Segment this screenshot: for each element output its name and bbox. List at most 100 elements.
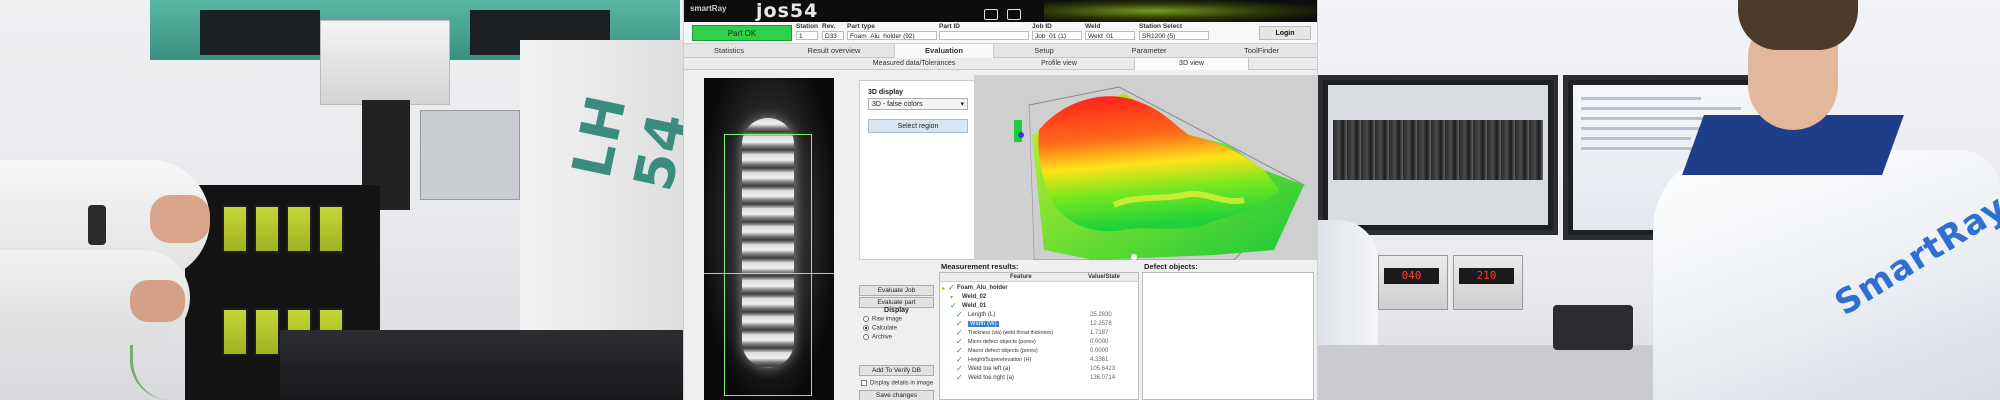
- sensor-head: [318, 205, 344, 253]
- technician-hand: [150, 195, 210, 243]
- display-mode-label: 3D display: [868, 89, 904, 96]
- sensor-head: [286, 205, 312, 253]
- main-tabs: Statistics Result overview Evaluation Se…: [684, 44, 1317, 58]
- weld-seam-image: [704, 78, 834, 400]
- display-mode-select[interactable]: 3D - false colors ▾: [868, 98, 968, 110]
- results-header: Feature Value/State: [940, 273, 1138, 282]
- tree-row[interactable]: ✓ Thickness (via) (weld throat thickness…: [940, 329, 1138, 338]
- 3d-view-canvas[interactable]: [974, 75, 1317, 260]
- sensor-head: [222, 308, 248, 356]
- tree-row[interactable]: ✓ Micro defect objects (pores) 0.0000: [940, 338, 1138, 347]
- tree-row[interactable]: ✓ Weld toe right (a) 136.0714: [940, 374, 1138, 383]
- operator: SmartRay: [1638, 0, 2000, 400]
- sensor-head: [222, 205, 248, 253]
- machine-head: [320, 20, 450, 105]
- monitor-screen: [1328, 85, 1548, 225]
- brand-name: smartRay: [690, 4, 727, 13]
- save-changes-button[interactable]: Save changes: [859, 390, 934, 400]
- radio-icon: [863, 325, 869, 331]
- subtab-3d-view[interactable]: 3D view: [1134, 58, 1249, 70]
- sensor-head: [254, 308, 280, 356]
- check-icon: ✓: [948, 283, 955, 292]
- job-id-select[interactable]: Job ID Job_01 (1): [1032, 23, 1082, 40]
- profile-line: [704, 273, 834, 274]
- check-icon: ✓: [950, 301, 957, 310]
- tree-row[interactable]: ✓ Weld_01: [940, 302, 1138, 311]
- power-supply-display: 040: [1384, 268, 1439, 284]
- login-button[interactable]: Login: [1259, 26, 1311, 40]
- technician-hand: [130, 280, 185, 322]
- part-type-select[interactable]: Part type Foam_Alu_holder (92): [847, 23, 937, 40]
- add-to-verify-db-button[interactable]: Add To Verify DB: [859, 365, 934, 376]
- radio-icon: [863, 334, 869, 340]
- check-icon: ✓: [956, 355, 963, 364]
- status-row: Part OK Station 1 Rev. D33 Part type Foa…: [684, 22, 1317, 44]
- checkbox-icon: [861, 380, 867, 386]
- results-title: Measurement results:: [941, 262, 1019, 271]
- defects-list[interactable]: [1142, 272, 1314, 400]
- radio-calculate[interactable]: Calculate: [863, 325, 897, 332]
- tree-row[interactable]: ▸ ✓ Foam_Alu_holder: [940, 284, 1138, 293]
- tab-statistics[interactable]: Statistics: [684, 44, 774, 58]
- check-icon: ✓: [956, 319, 963, 328]
- tab-parameter[interactable]: Parameter: [1094, 44, 1204, 58]
- inspection-software-window: smartRay jos54 Part OK Station 1 Rev. D3…: [683, 0, 1318, 400]
- power-supply: 040: [1378, 255, 1448, 310]
- operator-photo: 040 210 SmartRay: [1318, 0, 2000, 400]
- part-status-badge: Part OK: [692, 25, 792, 41]
- display-header: Display: [884, 307, 909, 314]
- machine-table: [280, 330, 683, 400]
- subtab-profile-view[interactable]: Profile view: [984, 58, 1134, 70]
- lab-coat: [1653, 150, 2000, 400]
- sensor-device: [1553, 305, 1633, 350]
- app-logo: jos54: [756, 0, 819, 22]
- region-of-interest[interactable]: [724, 134, 812, 396]
- machine-photo: LH 54: [0, 0, 683, 400]
- check-icon: ✓: [956, 364, 963, 373]
- app-header: smartRay jos54: [684, 0, 1317, 22]
- tree-row[interactable]: ✓ Weld toe left (a) 105.6423: [940, 365, 1138, 374]
- check-icon: ✓: [956, 337, 963, 346]
- check-icon: ✓: [956, 373, 963, 382]
- tree-row[interactable]: ✓ Height/Superelevation (H) 4.3361: [940, 356, 1138, 365]
- measurement-results: Measurement results: Feature Value/State…: [939, 262, 1139, 400]
- defect-objects: Defect objects:: [1142, 262, 1314, 400]
- check-icon: ✓: [956, 328, 963, 337]
- select-region-button[interactable]: Select region: [868, 119, 968, 133]
- folder-icon: ▾: [950, 295, 954, 301]
- weld-scan-strip: [1333, 120, 1543, 180]
- sensor-head: [254, 205, 280, 253]
- weld-select[interactable]: Weld Weld_01: [1085, 23, 1135, 40]
- tab-toolfinder[interactable]: ToolFinder: [1204, 44, 1317, 58]
- tab-evaluation[interactable]: Evaluation: [894, 44, 994, 58]
- tab-setup[interactable]: Setup: [994, 44, 1094, 58]
- sub-tabs: Measured data/Tolerances Profile view 3D…: [684, 58, 1317, 70]
- display-details-checkbox[interactable]: Display details in image: [861, 380, 933, 387]
- tree-row[interactable]: ✓ Macro defect objects (pores) 0.0000: [940, 347, 1138, 356]
- tab-result-overview[interactable]: Result overview: [774, 44, 894, 58]
- subtab-measured-data[interactable]: Measured data/Tolerances: [844, 58, 984, 70]
- revision-field[interactable]: Rev. D33: [822, 23, 844, 40]
- results-tree: Feature Value/State ▸ ✓ Foam_Alu_holder …: [939, 272, 1139, 400]
- power-supply: 210: [1453, 255, 1523, 310]
- tree-row[interactable]: ✓ Length (L) 25.2830: [940, 311, 1138, 320]
- minimize-window-icon[interactable]: [984, 9, 998, 20]
- chevron-down-icon: ▾: [960, 101, 964, 108]
- machine-cover: [200, 10, 320, 55]
- check-icon: ✓: [956, 310, 963, 319]
- station-select[interactable]: Station Select SR1200 (5): [1139, 23, 1209, 40]
- power-supply-display: 210: [1459, 268, 1514, 284]
- part-id-field[interactable]: Part ID: [939, 23, 1029, 40]
- evaluate-job-button[interactable]: Evaluate Job: [859, 285, 934, 296]
- radio-archive[interactable]: Archive: [863, 334, 892, 341]
- check-icon: ✓: [956, 346, 963, 355]
- radio-raw-image[interactable]: Raw image: [863, 316, 902, 323]
- folder-icon: ▸: [942, 286, 946, 292]
- header-banner: [1044, 0, 1317, 22]
- machine-control-cabinet: [420, 110, 520, 200]
- tree-row-selected[interactable]: ✓ Width (W) 12.2578: [940, 320, 1138, 329]
- operator-hair: [1738, 0, 1858, 50]
- station-field[interactable]: Station 1: [796, 23, 818, 40]
- tree-row[interactable]: ▾ Weld_02: [940, 293, 1138, 302]
- fullscreen-icon[interactable]: [1007, 9, 1022, 20]
